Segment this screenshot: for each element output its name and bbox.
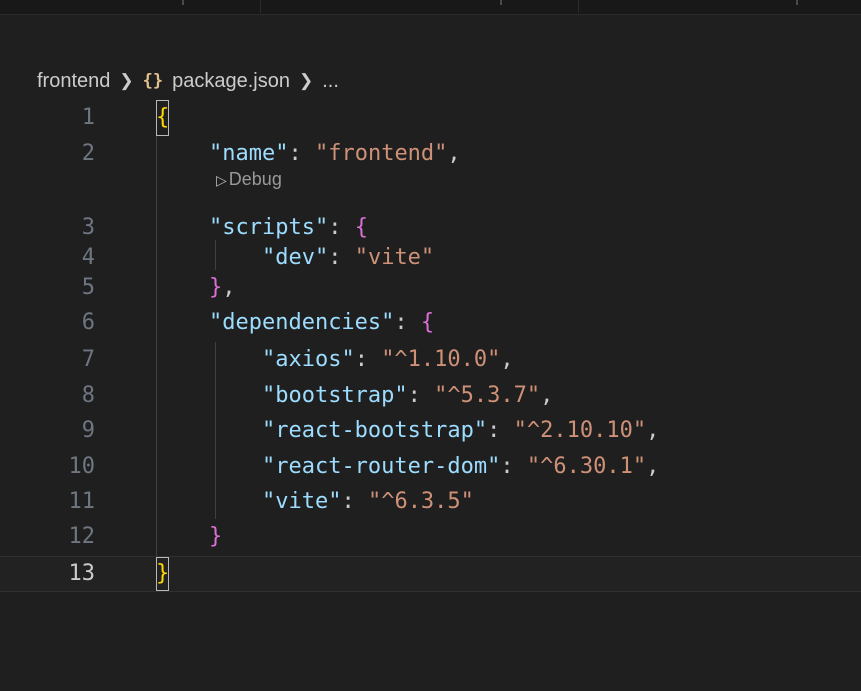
line-number: 6	[81, 310, 95, 335]
json-key: "react-bootstrap"	[261, 418, 488, 443]
json-key: "scripts"	[208, 215, 329, 240]
code-line[interactable]: 13}	[0, 556, 861, 592]
json-colon: :	[341, 489, 368, 514]
line-number: 7	[81, 347, 95, 372]
json-string-value: "^6.30.1"	[526, 454, 647, 479]
code-text: "axios": "^1.10.0",	[156, 342, 514, 378]
json-key: "dev"	[261, 245, 329, 270]
code-line[interactable]: 12 }	[0, 519, 861, 555]
json-key: "name"	[208, 141, 289, 166]
json-string-value: "^5.3.7"	[434, 383, 541, 408]
codelens-debug[interactable]: ▷ Debug	[216, 166, 282, 192]
json-string-value: "^1.10.0"	[381, 347, 501, 372]
open-brace: {	[420, 310, 435, 335]
json-key: "react-router-dom"	[261, 454, 501, 479]
line-number: 8	[81, 383, 95, 408]
json-colon: :	[487, 418, 514, 443]
line-number: 10	[68, 454, 96, 479]
json-colon: :	[500, 454, 527, 479]
code-text: {	[156, 100, 170, 136]
line-number: 2	[81, 141, 95, 166]
code-line[interactable]: 11 "vite": "^6.3.5"	[0, 484, 861, 520]
code-line[interactable]: 8 "bootstrap": "^5.3.7",	[0, 378, 861, 414]
json-key: "axios"	[261, 347, 355, 372]
json-colon: :	[354, 347, 382, 372]
json-comma: ,	[646, 418, 660, 443]
code-line[interactable]: 1{	[0, 100, 861, 136]
line-number: 12	[68, 524, 96, 549]
json-colon: :	[407, 383, 435, 408]
code-editor[interactable]: 1{2 "name": "frontend", 3 "scripts": {4 "…	[0, 0, 861, 691]
line-number: 1	[81, 105, 95, 130]
code-line[interactable]: 5 },	[0, 270, 861, 306]
json-key: "dependencies"	[208, 310, 395, 335]
json-comma: ,	[540, 383, 554, 408]
code-text: }	[156, 519, 222, 555]
line-number: 9	[81, 418, 95, 443]
line-number: 13	[68, 561, 96, 586]
code-line[interactable]: 7 "axios": "^1.10.0",	[0, 342, 861, 378]
line-number: 11	[68, 489, 96, 514]
codelens-debug-label: Debug	[228, 169, 282, 189]
indent-guide	[215, 342, 216, 519]
editor-window: frontend ❯ {} package.json ❯ ... 1{2 "na…	[0, 0, 861, 691]
json-comma: ,	[447, 141, 461, 166]
close-brace: }	[208, 524, 223, 549]
root-open-bracket: {	[156, 100, 170, 136]
json-colon: :	[328, 215, 355, 240]
code-text: "vite": "^6.3.5"	[156, 484, 474, 520]
json-colon: :	[328, 245, 355, 270]
json-comma: ,	[500, 347, 514, 372]
close-brace: }	[208, 275, 223, 300]
code-text: "react-router-dom": "^6.30.1",	[156, 449, 659, 485]
code-line[interactable]: 9 "react-bootstrap": "^2.10.10",	[0, 413, 861, 449]
indent-guide	[156, 136, 157, 556]
json-string-value: "^6.3.5"	[367, 489, 474, 514]
code-text: "name": "frontend",	[156, 136, 461, 172]
code-text: "react-bootstrap": "^2.10.10",	[156, 413, 659, 449]
root-close-bracket: }	[156, 557, 170, 591]
json-colon: :	[288, 141, 315, 166]
json-string-value: "frontend"	[314, 141, 448, 166]
indent-guide	[215, 240, 216, 270]
play-triangle-icon: ▷	[216, 172, 227, 188]
json-string-value: "^2.10.10"	[513, 418, 647, 443]
json-comma: ,	[222, 275, 236, 300]
code-text: "dependencies": {	[156, 305, 434, 341]
code-text: }	[156, 557, 170, 591]
code-line[interactable]: 10 "react-router-dom": "^6.30.1",	[0, 449, 861, 485]
json-colon: :	[394, 310, 421, 335]
code-line[interactable]: 2 "name": "frontend",	[0, 136, 861, 172]
json-comma: ,	[646, 454, 660, 479]
line-number: 5	[81, 275, 95, 300]
open-brace: {	[354, 215, 368, 240]
json-key: "bootstrap"	[261, 383, 408, 408]
json-key: "vite"	[261, 489, 342, 514]
code-line[interactable]: 6 "dependencies": {	[0, 305, 861, 341]
code-text: },	[156, 270, 236, 306]
json-string-value: "vite"	[354, 245, 435, 270]
